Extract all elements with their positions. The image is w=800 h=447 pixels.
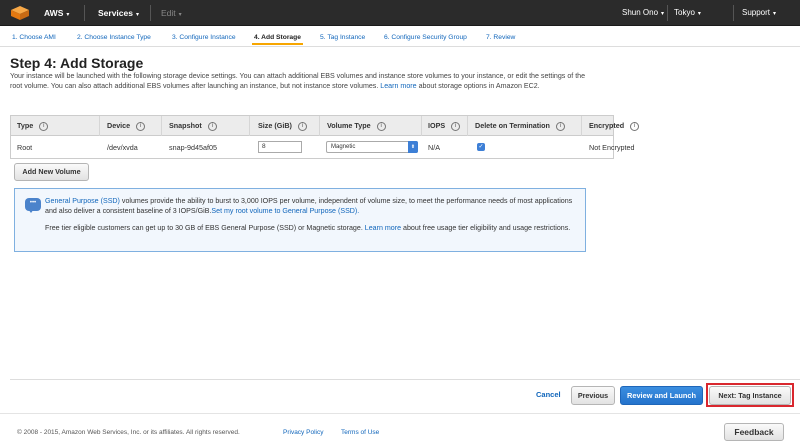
region-name: Tokyo: [674, 8, 695, 17]
free-tier-learn-more-link[interactable]: Learn more: [365, 224, 401, 232]
info-icon[interactable]: i: [207, 121, 217, 131]
column-divider: [249, 116, 250, 136]
header-snapshot: Snapshot i: [169, 116, 217, 136]
step-choose-instance-type[interactable]: 2. Choose Instance Type: [75, 30, 153, 45]
info-box: ••• General Purpose (SSD) volumes provid…: [14, 188, 586, 252]
header-encrypted: Encrypted i: [589, 116, 640, 136]
terms-of-use-link[interactable]: Terms of Use: [341, 429, 379, 436]
volume-type-select[interactable]: Magnetic ⬍: [326, 141, 418, 153]
step-review[interactable]: 7. Review: [484, 30, 517, 45]
info-paragraph-ssd: General Purpose (SSD) volumes provide th…: [45, 196, 575, 216]
header-device: Device i: [107, 116, 146, 136]
top-nav: AWS ▾ Services ▾ Edit ▾ Shun Ono ▾ Tokyo ▾ Su…: [0, 0, 800, 26]
previous-button[interactable]: Previous: [571, 386, 615, 405]
header-label: Type: [17, 121, 34, 130]
delete-on-termination-checkbox[interactable]: ✓: [477, 143, 485, 151]
header-volume-type: Volume Type i: [327, 116, 386, 136]
header-size: Size (GiB) i: [258, 116, 307, 136]
learn-more-link[interactable]: Learn more: [380, 82, 416, 90]
step-tag-instance[interactable]: 5. Tag Instance: [318, 30, 367, 45]
select-arrows-icon: ⬍: [408, 141, 418, 153]
step-configure-instance[interactable]: 3. Configure Instance: [170, 30, 238, 45]
header-label: Device: [107, 121, 131, 130]
header-label: Snapshot: [169, 121, 202, 130]
column-divider: [467, 116, 468, 136]
header-label: Encrypted: [589, 121, 625, 130]
column-divider: [319, 116, 320, 136]
brand-label: AWS: [44, 8, 64, 18]
info-icon[interactable]: i: [630, 121, 640, 131]
description-text-end: about storage options in Amazon EC2.: [418, 82, 540, 91]
header-label: Size (GiB): [258, 121, 292, 130]
speech-bubble-tail: [28, 209, 34, 213]
cancel-link[interactable]: Cancel: [536, 390, 561, 399]
info-text-end: about free usage tier eligibility and us…: [403, 224, 571, 232]
page-description: Your instance will be launched with the …: [10, 71, 595, 92]
column-divider: [581, 116, 582, 136]
services-menu[interactable]: Services ▾: [98, 0, 139, 26]
services-label: Services: [98, 8, 133, 18]
cell-snapshot: snap-9d45af05: [169, 143, 217, 152]
info-icon[interactable]: i: [376, 121, 386, 131]
info-paragraph-free-tier: Free tier eligible customers can get up …: [45, 223, 575, 233]
chevron-down-icon: ▾: [66, 12, 70, 18]
step-choose-ami[interactable]: 1. Choose AMI: [10, 30, 58, 45]
privacy-policy-link[interactable]: Privacy Policy: [283, 429, 323, 436]
feedback-button[interactable]: Feedback: [724, 423, 784, 441]
user-name: Shun Ono: [622, 8, 659, 17]
user-menu[interactable]: Shun Ono ▾: [622, 0, 664, 26]
header-label: IOPS: [428, 121, 446, 130]
header-type: Type i: [17, 116, 49, 136]
info-icon[interactable]: i: [136, 121, 146, 131]
edit-menu[interactable]: Edit ▾: [161, 0, 182, 26]
set-root-volume-gp-ssd-link[interactable]: Set my root volume to General Purpose (S…: [211, 207, 359, 215]
column-divider: [421, 116, 422, 136]
header-label: Delete on Termination: [475, 121, 550, 130]
chevron-down-icon: ▾: [773, 11, 777, 17]
chevron-down-icon: ▾: [661, 11, 665, 17]
nav-divider: [84, 5, 85, 21]
general-purpose-ssd-link[interactable]: General Purpose (SSD): [45, 197, 120, 205]
column-divider: [161, 116, 162, 136]
volume-type-value: Magnetic: [331, 144, 356, 150]
add-new-volume-button[interactable]: Add New Volume: [14, 163, 89, 181]
aws-cube-logo-icon[interactable]: [9, 5, 31, 21]
header-label: Volume Type: [327, 121, 371, 130]
header-delete-on-termination: Delete on Termination i: [475, 116, 565, 136]
size-input[interactable]: 8: [258, 141, 302, 153]
footer-divider: [0, 413, 800, 414]
info-icon[interactable]: i: [297, 121, 307, 131]
edit-label: Edit: [161, 8, 176, 18]
info-icon[interactable]: i: [555, 121, 565, 131]
support-menu[interactable]: Support ▾: [742, 0, 776, 26]
aws-home-link[interactable]: AWS ▾: [44, 0, 69, 26]
header-iops: IOPS i: [428, 116, 461, 136]
actions-divider: [10, 379, 800, 380]
highlight-box: [706, 383, 794, 407]
nav-divider: [667, 5, 668, 21]
cell-type: Root: [17, 143, 33, 152]
nav-divider: [733, 5, 734, 21]
copyright-text: © 2008 - 2015, Amazon Web Services, Inc.…: [17, 429, 240, 436]
cell-device: /dev/xvda: [107, 143, 138, 152]
table-header: Type i Device i Snapshot i Size (GiB) i Volu…: [11, 116, 640, 136]
column-divider: [99, 116, 100, 136]
step-configure-security-group[interactable]: 6. Configure Security Group: [382, 30, 469, 45]
info-icon[interactable]: i: [451, 121, 461, 131]
step-add-storage[interactable]: 4. Add Storage: [252, 30, 303, 45]
cell-encrypted: Not Encrypted: [589, 143, 635, 152]
nav-divider: [150, 5, 151, 21]
chevron-down-icon: ▾: [135, 12, 139, 18]
review-and-launch-button[interactable]: Review and Launch: [620, 386, 703, 405]
support-label: Support: [742, 8, 771, 17]
chevron-down-icon: ▾: [178, 12, 182, 18]
chevron-down-icon: ▾: [697, 11, 701, 17]
wizard-steps: 1. Choose AMI 2. Choose Instance Type 3.…: [0, 27, 800, 47]
page-title: Step 4: Add Storage: [10, 55, 144, 71]
region-menu[interactable]: Tokyo ▾: [674, 0, 701, 26]
info-icon[interactable]: i: [39, 121, 49, 131]
cell-iops: N/A: [428, 143, 440, 152]
storage-table: Type i Device i Snapshot i Size (GiB) i Volu…: [10, 115, 640, 159]
info-text: Free tier eligible customers can get up …: [45, 224, 363, 232]
